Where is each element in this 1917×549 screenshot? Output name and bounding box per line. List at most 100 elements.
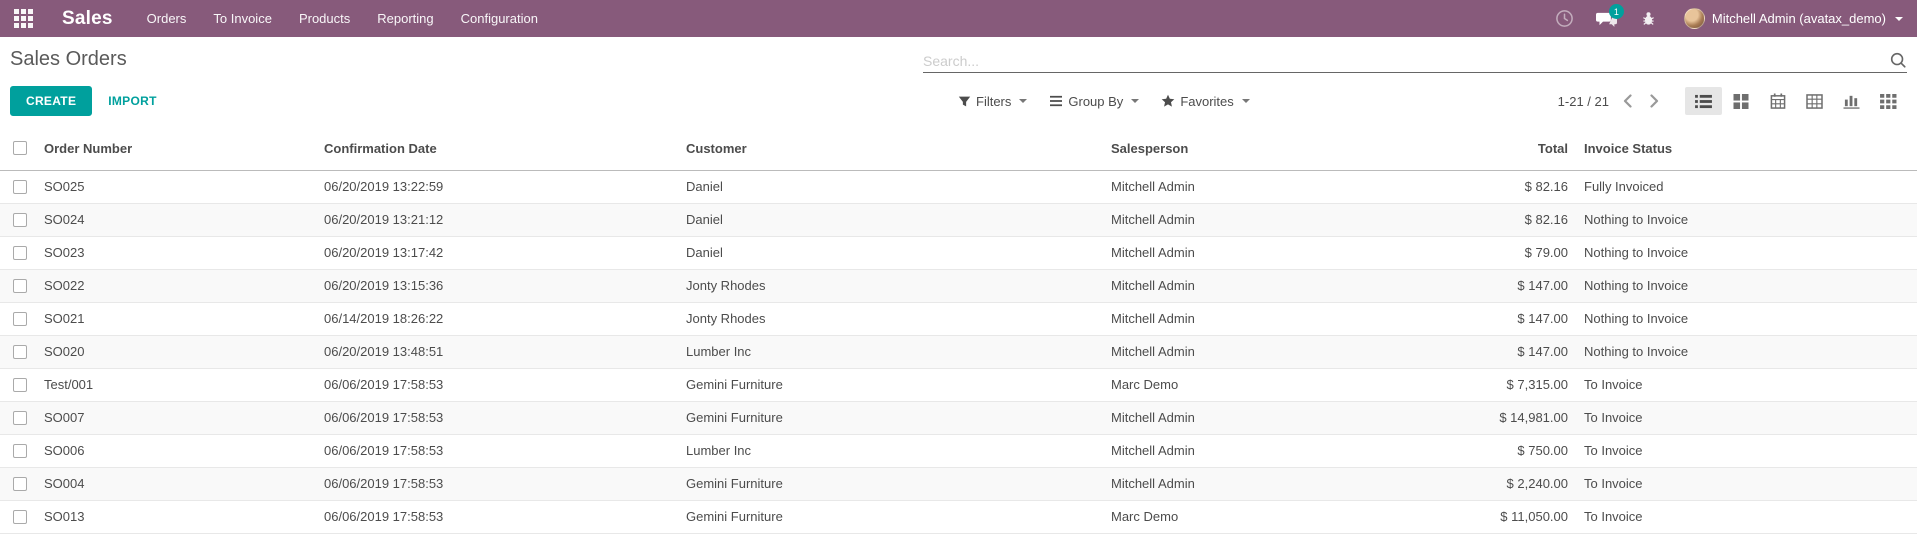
salesperson-cell: Mitchell Admin: [1107, 236, 1452, 269]
order-number-cell: SO004: [40, 467, 320, 500]
row-checkbox-cell: [0, 401, 40, 434]
header-order-number[interactable]: Order Number: [40, 127, 320, 170]
row-checkbox[interactable]: [13, 246, 27, 260]
filter-funnel-icon: [958, 95, 971, 108]
create-button[interactable]: CREATE: [10, 86, 92, 116]
invoice-status-cell: To Invoice: [1572, 434, 1917, 467]
header-invoice-status[interactable]: Invoice Status: [1572, 127, 1917, 170]
confirmation-date-cell: 06/20/2019 13:17:42: [320, 236, 682, 269]
order-row[interactable]: SO023 06/20/2019 13:17:42 Daniel Mitchel…: [0, 236, 1917, 269]
header-total[interactable]: Total: [1452, 127, 1572, 170]
topbar-right: 1 Mitchell Admin (avatax_demo): [1548, 0, 1917, 37]
select-all-cell: [0, 127, 40, 170]
total-cell: $ 147.00: [1452, 269, 1572, 302]
invoice-status-cell: To Invoice: [1572, 401, 1917, 434]
row-checkbox-cell: [0, 434, 40, 467]
user-menu[interactable]: Mitchell Admin (avatax_demo): [1684, 8, 1903, 29]
menu-item[interactable]: Products: [299, 11, 350, 26]
import-button[interactable]: IMPORT: [108, 94, 156, 108]
header-salesperson[interactable]: Salesperson: [1107, 127, 1452, 170]
debug-button[interactable]: [1632, 0, 1666, 37]
activities-button[interactable]: [1548, 0, 1582, 37]
filters-dropdown[interactable]: Filters: [958, 94, 1027, 109]
order-row[interactable]: SO025 06/20/2019 13:22:59 Daniel Mitchel…: [0, 170, 1917, 203]
menu-item[interactable]: Reporting: [377, 11, 433, 26]
row-checkbox-cell: [0, 335, 40, 368]
header-confirmation-date[interactable]: Confirmation Date: [320, 127, 682, 170]
salesperson-cell: Mitchell Admin: [1107, 335, 1452, 368]
view-pivot-button[interactable]: [1796, 87, 1833, 115]
row-checkbox[interactable]: [13, 477, 27, 491]
star-icon: [1161, 94, 1175, 108]
search-input[interactable]: [923, 53, 1889, 69]
pager-previous-button[interactable]: [1623, 94, 1632, 108]
pager-next-button[interactable]: [1650, 94, 1659, 108]
row-checkbox[interactable]: [13, 180, 27, 194]
search-filters: Filters Group By Favorites: [958, 94, 1250, 109]
order-row[interactable]: SO007 06/06/2019 17:58:53 Gemini Furnitu…: [0, 401, 1917, 434]
confirmation-date-cell: 06/06/2019 17:58:53: [320, 467, 682, 500]
header-customer[interactable]: Customer: [682, 127, 1107, 170]
row-checkbox[interactable]: [13, 312, 27, 326]
menu-item[interactable]: Orders: [147, 11, 187, 26]
salesperson-cell: Marc Demo: [1107, 500, 1452, 533]
row-checkbox[interactable]: [13, 345, 27, 359]
row-checkbox[interactable]: [13, 444, 27, 458]
view-graph-button[interactable]: [1833, 87, 1870, 115]
order-row[interactable]: SO004 06/06/2019 17:58:53 Gemini Furnitu…: [0, 467, 1917, 500]
invoice-status-cell: Fully Invoiced: [1572, 170, 1917, 203]
confirmation-date-cell: 06/20/2019 13:21:12: [320, 203, 682, 236]
total-cell: $ 82.16: [1452, 170, 1572, 203]
order-row[interactable]: SO022 06/20/2019 13:15:36 Jonty Rhodes M…: [0, 269, 1917, 302]
order-number-cell: SO013: [40, 500, 320, 533]
salesperson-cell: Mitchell Admin: [1107, 434, 1452, 467]
view-calendar-button[interactable]: [1759, 87, 1796, 115]
order-number-cell: SO021: [40, 302, 320, 335]
view-list-button[interactable]: [1685, 87, 1722, 115]
messages-button[interactable]: 1: [1590, 0, 1624, 37]
chevron-down-icon: [1019, 99, 1027, 103]
table-header-row: Order Number Confirmation Date Customer …: [0, 127, 1917, 170]
view-kanban-button[interactable]: [1722, 87, 1759, 115]
search-icon[interactable]: [1889, 51, 1907, 69]
salesperson-cell: Mitchell Admin: [1107, 467, 1452, 500]
order-row[interactable]: SO024 06/20/2019 13:21:12 Daniel Mitchel…: [0, 203, 1917, 236]
total-cell: $ 79.00: [1452, 236, 1572, 269]
order-row[interactable]: SO013 06/06/2019 17:58:53 Gemini Furnitu…: [0, 500, 1917, 533]
invoice-status-cell: To Invoice: [1572, 368, 1917, 401]
total-cell: $ 14,981.00: [1452, 401, 1572, 434]
order-row[interactable]: SO006 06/06/2019 17:58:53 Lumber Inc Mit…: [0, 434, 1917, 467]
customer-cell: Daniel: [682, 170, 1107, 203]
order-number-cell: SO022: [40, 269, 320, 302]
order-row[interactable]: SO020 06/20/2019 13:48:51 Lumber Inc Mit…: [0, 335, 1917, 368]
total-cell: $ 82.16: [1452, 203, 1572, 236]
main-menu: Orders To Invoice Products Reporting Configu…: [147, 11, 538, 26]
apps-menu-button[interactable]: [0, 0, 46, 37]
order-number-cell: SO025: [40, 170, 320, 203]
row-checkbox[interactable]: [13, 510, 27, 524]
row-checkbox[interactable]: [13, 213, 27, 227]
menu-item[interactable]: To Invoice: [213, 11, 272, 26]
menu-item[interactable]: Configuration: [461, 11, 538, 26]
row-checkbox[interactable]: [13, 279, 27, 293]
confirmation-date-cell: 06/06/2019 17:58:53: [320, 500, 682, 533]
order-number-cell: SO006: [40, 434, 320, 467]
order-row[interactable]: Test/001 06/06/2019 17:58:53 Gemini Furn…: [0, 368, 1917, 401]
activity-view-icon: [1880, 94, 1897, 109]
group-by-dropdown[interactable]: Group By: [1049, 94, 1139, 109]
messages-count-badge: 1: [1609, 4, 1624, 19]
total-cell: $ 7,315.00: [1452, 368, 1572, 401]
salesperson-cell: Mitchell Admin: [1107, 269, 1452, 302]
app-title[interactable]: Sales: [62, 8, 113, 30]
row-checkbox[interactable]: [13, 411, 27, 425]
order-row[interactable]: SO021 06/14/2019 18:26:22 Jonty Rhodes M…: [0, 302, 1917, 335]
favorites-dropdown[interactable]: Favorites: [1161, 94, 1249, 109]
row-checkbox[interactable]: [13, 378, 27, 392]
view-activity-button[interactable]: [1870, 87, 1907, 115]
select-all-checkbox[interactable]: [13, 141, 27, 155]
row-checkbox-cell: [0, 269, 40, 302]
row-checkbox-cell: [0, 302, 40, 335]
bug-icon: [1640, 10, 1657, 27]
confirmation-date-cell: 06/20/2019 13:22:59: [320, 170, 682, 203]
group-by-lines-icon: [1049, 95, 1063, 107]
